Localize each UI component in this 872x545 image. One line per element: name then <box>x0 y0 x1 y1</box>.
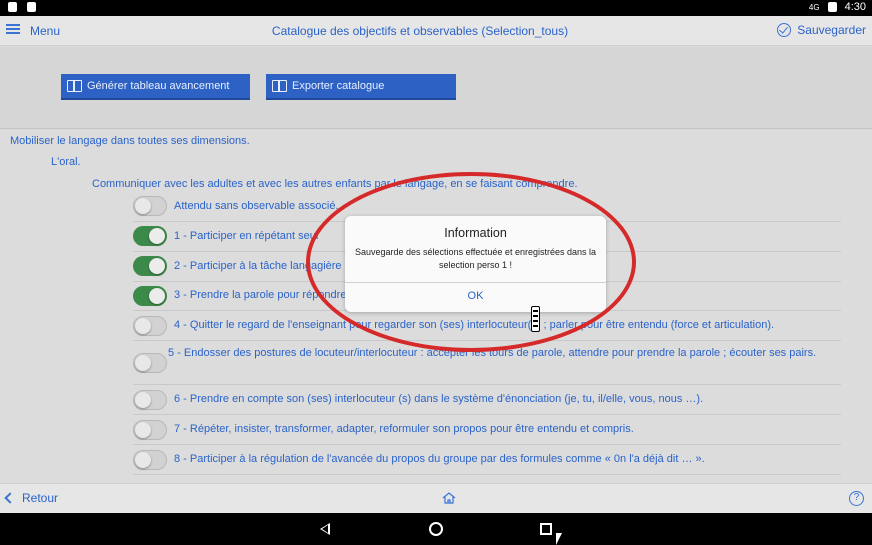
dialog-divider <box>345 282 606 283</box>
chevron-left-icon <box>4 492 16 504</box>
export-catalogue-label: Exporter catalogue <box>292 80 385 92</box>
generate-progress-table-label: Générer tableau avancement <box>87 80 230 92</box>
save-button[interactable]: Sauvegarder <box>777 23 866 37</box>
ok-button[interactable]: OK <box>345 290 606 302</box>
item-label: 3 - Prendre la parole pour répondre <box>174 289 347 301</box>
toggle-switch[interactable] <box>133 450 167 470</box>
book-icon <box>272 80 287 92</box>
toggle-switch[interactable] <box>133 353 167 373</box>
item-label: Attendu sans observable associé. <box>174 200 339 212</box>
nav-home-icon[interactable] <box>429 522 443 536</box>
item-label: 6 - Prendre en compte son (ses) interloc… <box>174 393 704 405</box>
list-item: 8 - Participer à la régulation de l'avan… <box>133 445 841 475</box>
status-bar: 4G 4:30 <box>0 0 872 16</box>
battery-icon <box>827 2 837 12</box>
nav-back-icon[interactable] <box>320 523 330 535</box>
subdomain-heading: L'oral. <box>51 156 81 168</box>
toggle-switch[interactable] <box>133 316 167 336</box>
domain-heading: Mobiliser le langage dans toutes ses dim… <box>10 135 250 147</box>
network-icon: 4G <box>808 2 820 12</box>
generate-progress-table-button[interactable]: Générer tableau avancement <box>61 74 250 100</box>
dialog-title: Information <box>444 226 507 240</box>
item-label: 8 - Participer à la régulation de l'avan… <box>174 453 705 465</box>
android-icon <box>27 2 36 12</box>
list-item: 6 - Prendre en compte son (ses) interloc… <box>133 385 841 415</box>
help-icon[interactable]: ? <box>849 491 864 506</box>
item-label: 4 - Quitter le regard de l'enseignant po… <box>174 319 775 331</box>
objective-heading: Communiquer avec les adultes et avec les… <box>92 178 578 190</box>
mouse-pointer-icon <box>556 533 562 545</box>
item-label: 7 - Répéter, insister, transformer, adap… <box>174 423 634 435</box>
item-label: 5 - Endosser des postures de locuteur/in… <box>168 347 817 359</box>
information-dialog: Information Sauvegarde des sélections ef… <box>345 216 606 312</box>
page-title: Catalogue des objectifs et observables (… <box>271 24 569 38</box>
nav-recent-apps-icon[interactable] <box>540 523 552 535</box>
clock: 4:30 <box>844 1 866 13</box>
list-item: 5 - Endosser des postures de locuteur/in… <box>133 341 841 385</box>
check-circle-icon <box>777 23 792 37</box>
back-label: Retour <box>22 491 59 505</box>
text-cursor-icon <box>531 306 540 332</box>
app-header: Menu Catalogue des objectifs et observab… <box>0 16 872 46</box>
dialog-message: Sauvegarde des sélections effectuée et e… <box>355 247 596 270</box>
app-footer: Retour ? <box>0 483 872 513</box>
book-icon <box>67 80 82 92</box>
toggle-switch[interactable] <box>133 420 167 440</box>
system-nav-bar <box>0 513 872 545</box>
toggle-switch[interactable] <box>133 286 167 306</box>
item-label: 2 - Participer à la tâche langagière <box>174 260 342 272</box>
toolbar: Générer tableau avancement Exporter cata… <box>0 47 872 129</box>
notification-icon <box>8 2 17 12</box>
item-label: 1 - Participer en répétant seul <box>174 230 319 242</box>
toggle-switch[interactable] <box>133 196 167 216</box>
save-label: Sauvegarder <box>797 23 866 37</box>
home-icon[interactable] <box>442 492 456 504</box>
toggle-switch[interactable] <box>133 256 167 276</box>
list-item: 4 - Quitter le regard de l'enseignant po… <box>133 311 841 341</box>
back-button[interactable]: Retour <box>4 491 59 505</box>
list-item: 7 - Répéter, insister, transformer, adap… <box>133 415 841 445</box>
toggle-switch[interactable] <box>133 226 167 246</box>
export-catalogue-button[interactable]: Exporter catalogue <box>266 74 456 100</box>
toggle-switch[interactable] <box>133 390 167 410</box>
